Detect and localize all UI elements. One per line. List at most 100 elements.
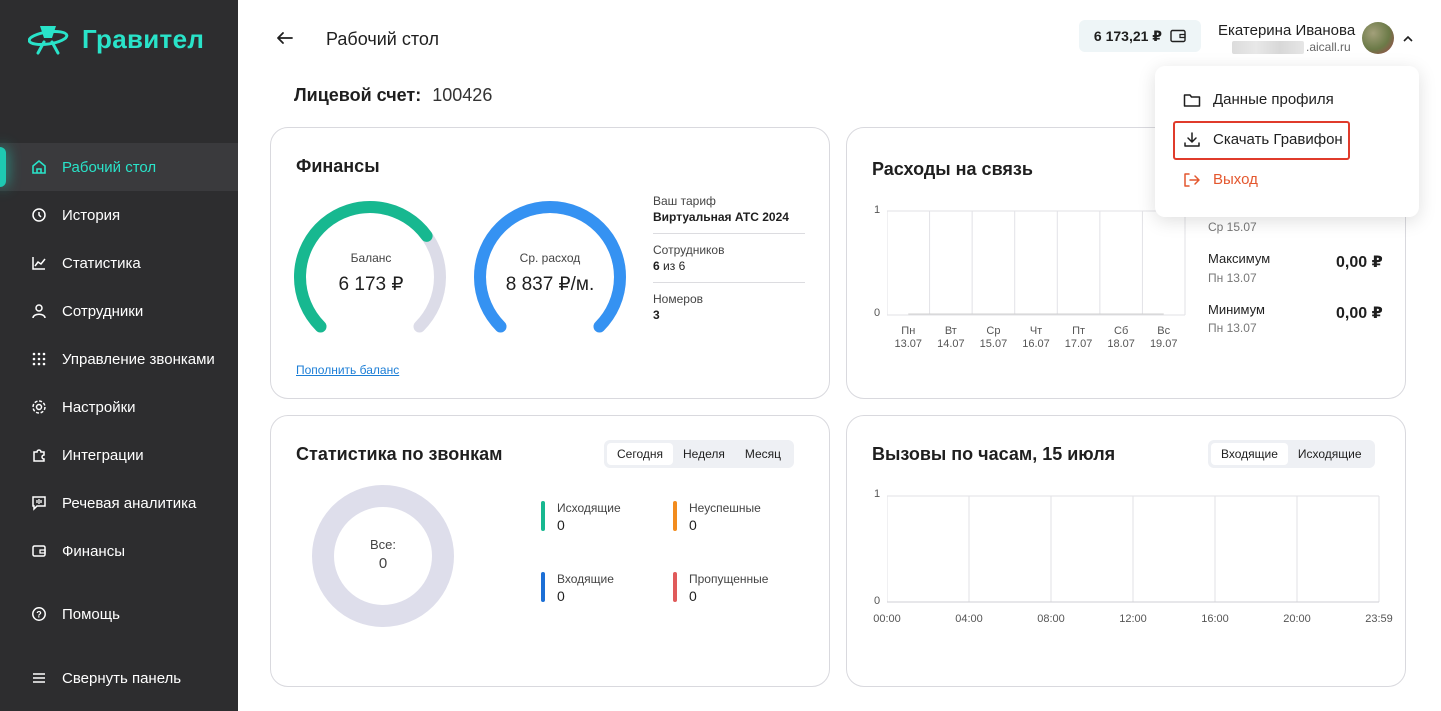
expenses-x-day: Чт — [1029, 325, 1043, 337]
legend-failed: Неуспешные 0 — [673, 501, 761, 534]
logo[interactable]: Гравител — [28, 22, 204, 56]
expenses-x-tick: Чт 16.07 — [1018, 325, 1054, 351]
sidebar-collapse-wrap: Свернуть панель — [0, 654, 238, 702]
expenses-x-tick: Пт 17.07 — [1061, 325, 1097, 351]
menu-item-label: Выход — [1213, 171, 1258, 188]
tab-month[interactable]: Месяц — [735, 443, 791, 465]
expenses-x-date: 13.07 — [894, 338, 923, 350]
employees-of: из 6 — [663, 259, 686, 273]
balance-gauge-value: 6 173 ₽ — [338, 274, 404, 295]
sidebar-collapse-button[interactable]: Свернуть панель — [0, 654, 238, 702]
account-number: 100426 — [432, 85, 493, 105]
tab-today[interactable]: Сегодня — [607, 443, 673, 465]
hourly-x-tick: 20:00 — [1283, 613, 1311, 625]
hourly-direction-tabs: Входящие Исходящие — [1208, 440, 1375, 468]
menu-item-label: Скачать Гравифон — [1213, 131, 1343, 148]
legend-missed-text: Пропущенные 0 — [689, 572, 768, 605]
sidebar-item-speech-analytics[interactable]: Речевая аналитика — [0, 479, 238, 527]
sidebar-item-label: Управление звонками — [62, 350, 215, 368]
sidebar-item-label: Речевая аналитика — [62, 494, 197, 512]
menu-item-download-gravifon[interactable]: Скачать Гравифон — [1183, 131, 1343, 148]
dialpad-icon — [30, 350, 48, 368]
legend-incoming: Входящие 0 — [541, 572, 614, 605]
legend-failed-swatch — [673, 501, 677, 531]
tab-incoming[interactable]: Входящие — [1211, 443, 1288, 465]
expenses-chart — [887, 210, 1186, 316]
sidebar-item-label: Рабочий стол — [62, 158, 157, 176]
folder-icon — [1183, 93, 1201, 107]
legend-missed: Пропущенные 0 — [673, 572, 768, 605]
hourly-title: Вызовы по часам, 15 июля — [872, 444, 1116, 464]
call-stats-period-tabs: Сегодня Неделя Месяц — [604, 440, 795, 468]
menu-item-profile[interactable]: Данные профиля — [1183, 91, 1334, 108]
expenses-x-tick: Вт 14.07 — [933, 325, 969, 351]
sidebar-item-help[interactable]: ? Помощь — [0, 590, 238, 638]
finances-card: Финансы Баланс 6 173 ₽ Ср. расход 8 837 … — [270, 127, 830, 399]
sidebar-item-settings[interactable]: Настройки — [0, 383, 238, 431]
expenses-x-date: 18.07 — [1107, 338, 1135, 350]
chevron-up-icon[interactable] — [1402, 31, 1414, 49]
expenses-x-tick: Сб 18.07 — [1103, 325, 1139, 351]
chart-icon — [30, 254, 48, 272]
user-dropdown-menu: Данные профиля Скачать Гравифон Выход — [1155, 66, 1419, 217]
speech-icon — [30, 494, 48, 512]
sidebar-item-label: История — [62, 206, 121, 224]
expenses-x-date: 17.07 — [1064, 338, 1093, 350]
legend-value: 0 — [689, 588, 697, 604]
logo-icon — [28, 26, 69, 55]
wallet-icon — [1170, 29, 1186, 43]
wallet-icon — [30, 542, 48, 560]
hourly-x-tick: 16:00 — [1201, 613, 1229, 625]
avatar[interactable] — [1362, 22, 1394, 54]
expenses-x-date: 19.07 — [1149, 338, 1178, 350]
balance-gauge — [294, 201, 446, 333]
sidebar-item-history[interactable]: История — [0, 191, 238, 239]
expenses-x-tick: Ср 15.07 — [975, 325, 1011, 351]
expenses-y-tick-0: 0 — [874, 307, 881, 319]
sidebar-item-dashboard[interactable]: Рабочий стол — [0, 143, 238, 191]
menu-item-logout[interactable]: Выход — [1183, 171, 1258, 188]
email-domain: .aicall.ru — [1306, 40, 1351, 54]
tariff-value-wrap: Виртуальная АТС 2024 — [653, 209, 805, 225]
back-arrow-icon[interactable] — [275, 28, 295, 53]
sidebar: Гравител Рабочий стол История Статистика — [0, 0, 238, 711]
user-email: .aicall.ru — [1232, 40, 1351, 54]
legend-value: 0 — [557, 517, 565, 533]
account-line: Лицевой счет: 100426 — [294, 85, 492, 106]
topup-balance-link[interactable]: Пополнить баланс — [296, 363, 399, 377]
page-title: Рабочий стол — [326, 29, 439, 49]
balance-gauge-label: Баланс — [350, 251, 392, 265]
sidebar-item-statistics[interactable]: Статистика — [0, 239, 238, 287]
min-sub: Пн 13.07 — [1208, 321, 1257, 335]
sidebar-item-employees[interactable]: Сотрудники — [0, 287, 238, 335]
sidebar-item-label: Сотрудники — [62, 302, 144, 320]
user-name[interactable]: Екатерина Иванова — [1218, 22, 1355, 39]
min-value: 0,00 ₽ — [1336, 305, 1383, 322]
legend-label: Неуспешные — [689, 501, 761, 515]
hourly-y-tick-1: 1 — [874, 488, 881, 500]
sidebar-item-integrations[interactable]: Интеграции — [0, 431, 238, 479]
tab-outgoing[interactable]: Исходящие — [1288, 443, 1372, 465]
tab-week[interactable]: Неделя — [673, 443, 735, 465]
balance-chip[interactable]: 6 173,21 ₽ — [1079, 20, 1201, 52]
collapse-label: Свернуть панель — [62, 669, 182, 687]
sidebar-item-finances[interactable]: Финансы — [0, 527, 238, 575]
hourly-y-tick-0: 0 — [874, 595, 881, 607]
avg-expense-gauge — [474, 201, 626, 333]
employees-count: 6 — [653, 259, 660, 273]
expenses-x-day: Пт — [1072, 325, 1086, 337]
help-icon: ? — [30, 605, 48, 623]
numbers-value-wrap: 3 — [653, 307, 805, 323]
expenses-x-date: 16.07 — [1022, 338, 1050, 350]
logout-icon — [1184, 172, 1200, 187]
numbers-value: 3 — [653, 308, 660, 322]
expenses-x-day: Вт — [944, 325, 957, 337]
avg-gauge-fill — [474, 201, 626, 333]
employees-row: Сотрудников 6 из 6 — [653, 242, 805, 283]
puzzle-icon — [30, 446, 48, 464]
tariff-row: Ваш тариф Виртуальная АТС 2024 — [653, 193, 805, 234]
legend-missed-swatch — [673, 572, 677, 602]
sidebar-item-label: Настройки — [62, 398, 136, 416]
tariff-value: Виртуальная АТС 2024 — [653, 210, 789, 224]
sidebar-item-call-management[interactable]: Управление звонками — [0, 335, 238, 383]
